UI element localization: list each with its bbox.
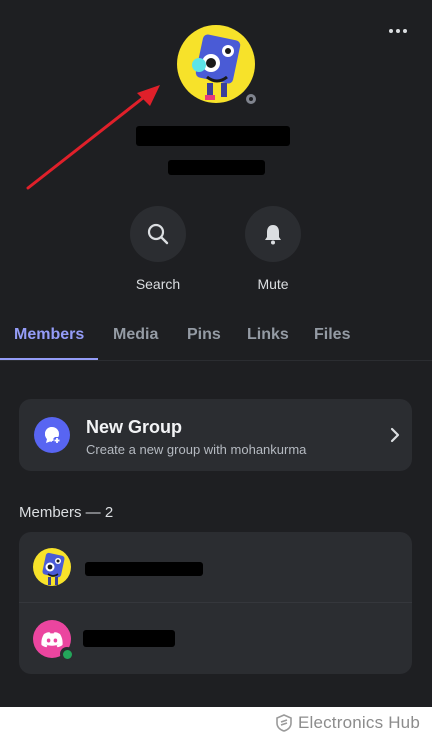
robot-avatar-image [177, 25, 255, 103]
tab-links[interactable]: Links [247, 326, 289, 344]
profile-avatar[interactable] [177, 25, 259, 107]
offline-status-icon [243, 91, 259, 107]
new-group-subtitle: Create a new group with mohankurma [86, 442, 307, 457]
online-status-icon [60, 647, 74, 661]
search-button[interactable] [130, 206, 186, 262]
discord-logo-avatar [33, 620, 74, 661]
list-item[interactable] [19, 604, 412, 674]
new-group-icon [34, 417, 70, 453]
tab-members[interactable]: Members [14, 326, 84, 344]
member-name-redacted [85, 562, 203, 576]
tab-pins[interactable]: Pins [187, 326, 221, 344]
discord-logo-icon [41, 631, 63, 647]
new-group-button[interactable]: New Group Create a new group with mohank… [19, 399, 412, 471]
profile-name-redacted [136, 126, 290, 146]
bell-icon [265, 225, 281, 245]
profile-username-redacted [168, 160, 265, 175]
mute-button[interactable] [245, 206, 301, 262]
search-icon [147, 223, 169, 245]
search-label: Search [135, 276, 181, 292]
mute-label: Mute [257, 276, 289, 292]
tab-divider [0, 360, 432, 361]
chevron-right-icon [390, 427, 400, 443]
watermark-text: Electronics Hub [297, 713, 420, 732]
electronics-hub-logo-icon [276, 714, 292, 732]
search-action[interactable]: Search [113, 206, 203, 292]
tab-files[interactable]: Files [314, 326, 350, 344]
member-name-redacted [83, 630, 175, 647]
new-group-title: New Group [86, 417, 183, 437]
tab-bar: Members Media Pins Links Files [0, 318, 432, 362]
group-info-screen: Search Mute Members Media Pins Links Fil… [0, 0, 432, 707]
mute-action[interactable]: Mute [228, 206, 318, 292]
robot-avatar [33, 548, 71, 586]
members-section-title: Members — 2 [19, 504, 114, 521]
list-item[interactable] [19, 532, 412, 602]
watermark: Electronics Hub [0, 707, 432, 737]
tab-media[interactable]: Media [113, 326, 158, 344]
members-list [19, 532, 412, 674]
more-options-icon[interactable] [386, 22, 410, 40]
member-divider [19, 602, 412, 603]
